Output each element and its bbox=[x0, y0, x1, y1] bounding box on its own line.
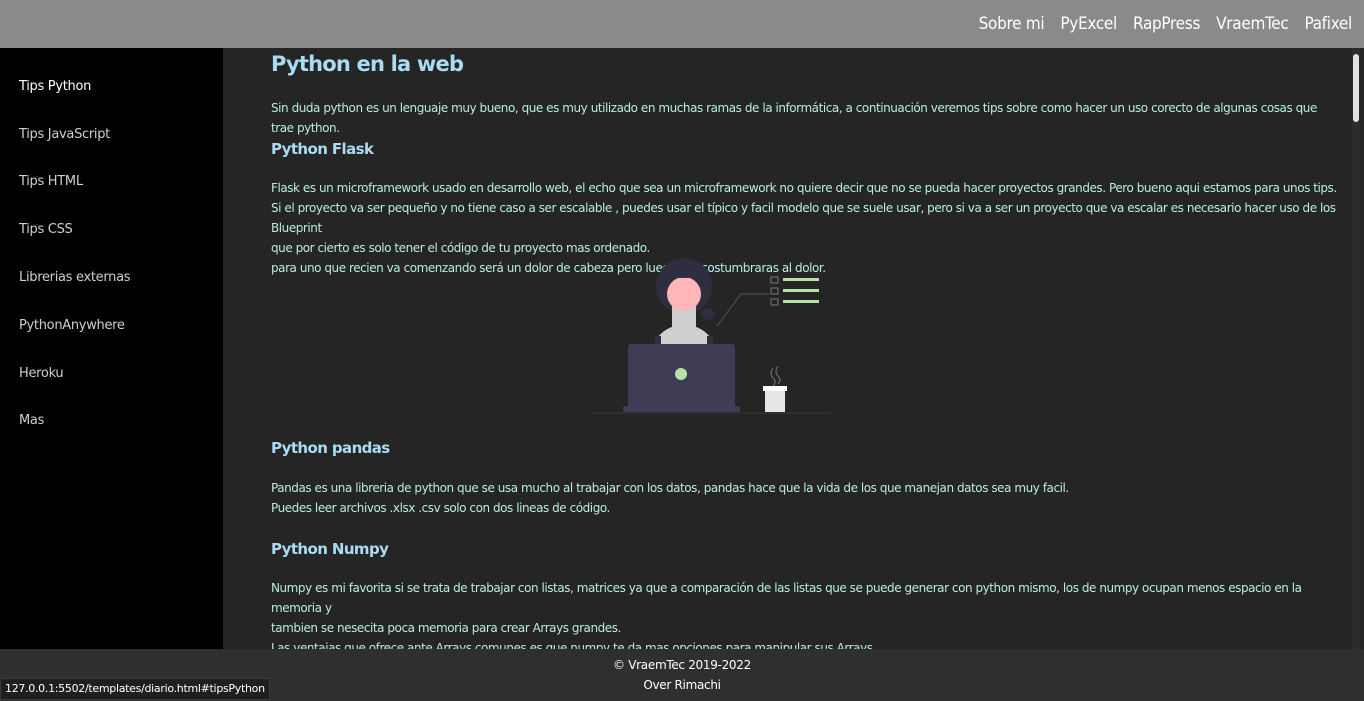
sidebar-item-tips-javascript[interactable]: Tips JavaScript bbox=[19, 127, 110, 142]
intro-paragraph: Sin duda python es un lenguaje muy bueno… bbox=[271, 101, 1317, 135]
nav-link-rappress[interactable]: RapPress bbox=[1133, 14, 1200, 34]
scrollbar-thumb[interactable] bbox=[1353, 54, 1359, 122]
sidebar: Tips Python Tips JavaScript Tips HTML Ti… bbox=[0, 48, 223, 649]
sidebar-item-librerias-externas[interactable]: Librerias externas bbox=[19, 270, 131, 285]
text-line: Flask es un microframework usado en desa… bbox=[271, 181, 1337, 195]
text-line: Puedes leer archivos .xlsx .csv solo con… bbox=[271, 501, 610, 515]
top-navbar: Sobre mi PyExcel RapPress VraemTec Pafix… bbox=[0, 0, 1364, 48]
vertical-scrollbar[interactable] bbox=[1352, 48, 1360, 649]
text-line: Numpy es mi favorita si se trata de trab… bbox=[271, 581, 1302, 615]
top-nav-links: Sobre mi PyExcel RapPress VraemTec Pafix… bbox=[979, 0, 1353, 48]
section-text-pandas: Pandas es una libreria de python que se … bbox=[271, 478, 1341, 518]
main-content[interactable]: Python en la web Sin duda python es un l… bbox=[223, 48, 1352, 649]
section-heading-flask: Python Flask bbox=[271, 140, 374, 158]
sidebar-item-pythonanywhere[interactable]: PythonAnywhere bbox=[19, 318, 125, 333]
person-at-laptop-illustration bbox=[591, 258, 831, 414]
section-heading-pandas: Python pandas bbox=[271, 439, 390, 457]
sidebar-item-heroku[interactable]: Heroku bbox=[19, 366, 64, 381]
sidebar-item-mas[interactable]: Mas bbox=[19, 413, 44, 428]
text-line: Las ventajas que ofrece ante Arrays comu… bbox=[271, 641, 873, 649]
text-line: Si el proyecto va ser pequeño y no tiene… bbox=[271, 201, 1336, 235]
nav-link-sobre-mi[interactable]: Sobre mi bbox=[979, 14, 1045, 34]
nav-link-pyexcel[interactable]: PyExcel bbox=[1060, 14, 1117, 34]
text-line: Pandas es una libreria de python que se … bbox=[271, 481, 1069, 495]
list-icon bbox=[716, 276, 819, 327]
section-text-numpy: Numpy es mi favorita si se trata de trab… bbox=[271, 578, 1341, 649]
sidebar-item-tips-python[interactable]: Tips Python bbox=[19, 79, 91, 94]
sidebar-item-tips-css[interactable]: Tips CSS bbox=[19, 222, 73, 237]
page-title: Python en la web bbox=[271, 52, 464, 76]
browser-status-url: 127.0.0.1:5502/templates/diario.html#tip… bbox=[0, 678, 270, 700]
text-line: tambien se nesecita poca memoria para cr… bbox=[271, 621, 621, 635]
sidebar-item-tips-html[interactable]: Tips HTML bbox=[19, 174, 83, 189]
section-heading-numpy: Python Numpy bbox=[271, 540, 389, 558]
text-line: que por cierto es solo tener el código d… bbox=[271, 241, 650, 255]
footer-copyright: © VraemTec 2019-2022 bbox=[613, 658, 751, 672]
nav-link-pafixel[interactable]: Pafixel bbox=[1304, 14, 1352, 34]
nav-link-vraemtec[interactable]: VraemTec bbox=[1216, 14, 1289, 34]
